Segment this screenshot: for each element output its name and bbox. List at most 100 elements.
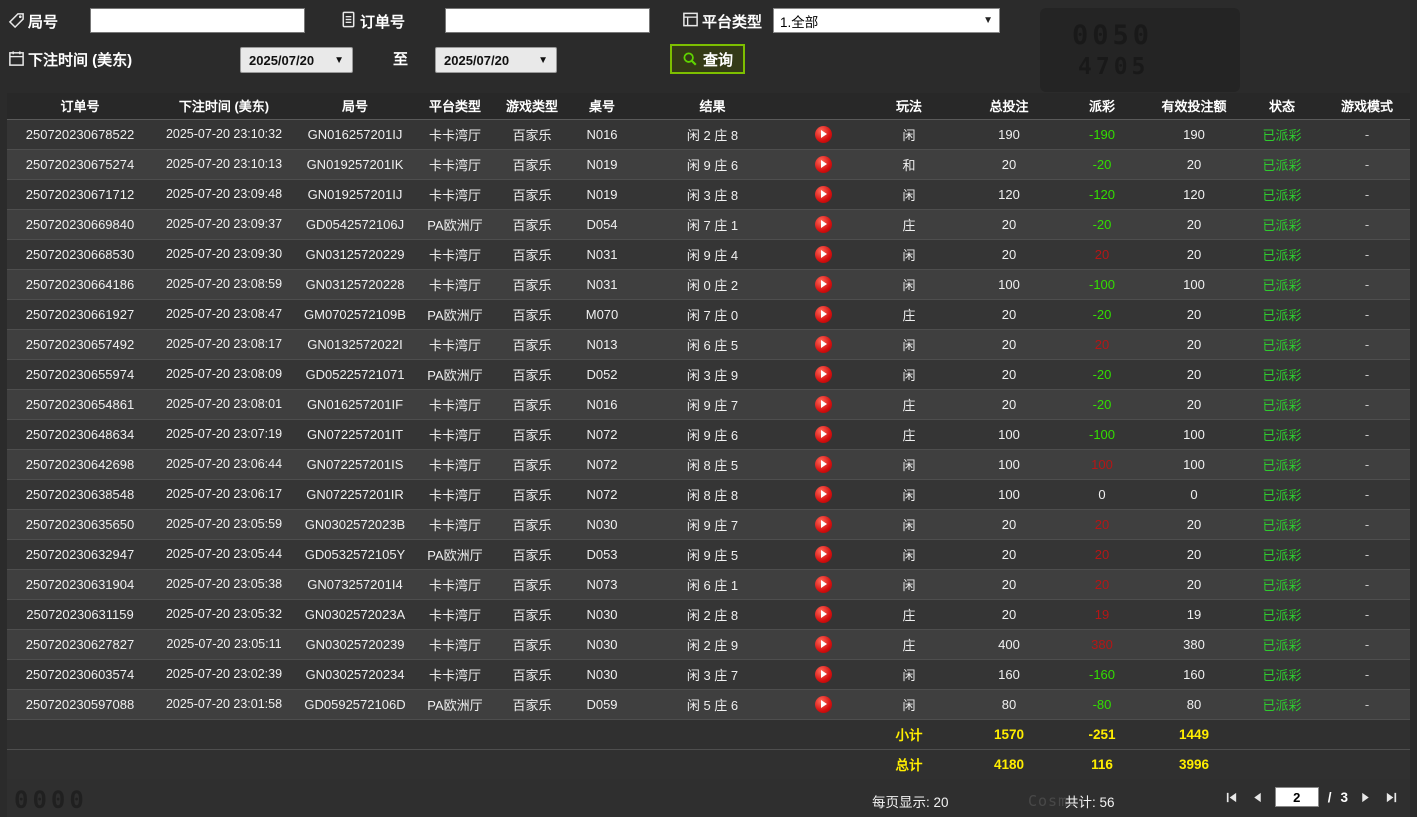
cell-result: 闲 9 庄 5 — [635, 539, 790, 570]
play-icon[interactable] — [814, 485, 832, 503]
column-header: 有效投注额 — [1148, 93, 1240, 120]
background-artifact: 0050 — [1072, 20, 1154, 51]
column-header: 状态 — [1240, 93, 1324, 120]
play-icon[interactable] — [814, 545, 832, 563]
subtotal-row-order — [7, 719, 153, 750]
play-icon[interactable] — [814, 605, 832, 623]
cell-payout: -80 — [1056, 689, 1148, 720]
cell-result: 闲 3 庄 7 — [635, 659, 790, 690]
cell-result: 闲 6 庄 1 — [635, 569, 790, 600]
cell-mode: - — [1324, 149, 1410, 180]
cell-play: 闲 — [856, 569, 962, 600]
cell-total_bet: 20 — [962, 299, 1056, 330]
play-icon[interactable] — [814, 125, 832, 143]
cell-platform: PA欧洲厅 — [415, 299, 495, 330]
cell-valid_bet: 20 — [1148, 329, 1240, 360]
cell-time: 2025-07-20 23:10:32 — [153, 119, 295, 150]
play-icon[interactable] — [814, 335, 832, 353]
platform-select[interactable]: 1.全部 ▼ — [773, 8, 1000, 33]
cell-status: 已派彩 — [1240, 239, 1324, 270]
cell-table_no: N030 — [569, 509, 635, 540]
play-icon[interactable] — [814, 245, 832, 263]
play-icon[interactable] — [814, 215, 832, 233]
cell-platform: 卡卡湾厅 — [415, 479, 495, 510]
play-icon[interactable] — [814, 425, 832, 443]
cell-game_type: 百家乐 — [495, 539, 569, 570]
cell-game_type: 百家乐 — [495, 689, 569, 720]
cell-valid_bet: 20 — [1148, 509, 1240, 540]
subtotal-row-game_type — [495, 719, 569, 750]
cell-table_no: D052 — [569, 359, 635, 390]
search-button[interactable]: 查询 — [670, 44, 746, 74]
cell-status: 已派彩 — [1240, 479, 1324, 510]
date-from-button[interactable]: 2025/07/20 ▼ — [240, 47, 353, 73]
cell-game: GN072257201IT — [295, 419, 415, 450]
table-row: 250720230654861 2025-07-20 23:08:01 GN0162… — [7, 389, 1410, 420]
table-header-row: 订单号 下注时间 (美东) 局号 平台类型 游戏类型 桌号 结果 玩法 总投注 派彩 有效投注额 状态… — [7, 93, 1410, 120]
play-icon[interactable] — [814, 695, 832, 713]
game-no-input[interactable] — [90, 8, 305, 33]
cell-platform: 卡卡湾厅 — [415, 179, 495, 210]
last-page-button[interactable] — [1383, 789, 1400, 806]
play-icon[interactable] — [814, 395, 832, 413]
play-icon[interactable] — [814, 305, 832, 323]
cell-mode: - — [1324, 449, 1410, 480]
cell-platform: 卡卡湾厅 — [415, 149, 495, 180]
date-to-button[interactable]: 2025/07/20 ▼ — [435, 47, 557, 73]
order-no-input[interactable] — [445, 8, 650, 33]
total-row-result — [635, 749, 790, 780]
cell-result: 闲 9 庄 6 — [635, 419, 790, 450]
subtotal-row-game — [295, 719, 415, 750]
play-video-cell — [790, 209, 856, 240]
total-row-game_type — [495, 749, 569, 780]
cell-valid_bet: 380 — [1148, 629, 1240, 660]
cell-table_no: D054 — [569, 209, 635, 240]
play-icon[interactable] — [814, 185, 832, 203]
play-icon[interactable] — [814, 455, 832, 473]
cell-table_no: N030 — [569, 659, 635, 690]
column-header: 结果 — [635, 93, 790, 120]
cell-game: GN0302572023B — [295, 509, 415, 540]
subtotal-row-total_bet: 1570 — [962, 719, 1056, 750]
cell-status: 已派彩 — [1240, 359, 1324, 390]
date-to-value: 2025/07/20 — [444, 52, 510, 68]
cell-payout: 20 — [1056, 329, 1148, 360]
play-icon[interactable] — [814, 635, 832, 653]
column-header: 游戏模式 — [1324, 93, 1410, 120]
cell-valid_bet: 80 — [1148, 689, 1240, 720]
cell-result: 闲 9 庄 6 — [635, 149, 790, 180]
total-row-time — [153, 749, 295, 780]
play-icon[interactable] — [814, 275, 832, 293]
cell-valid_bet: 160 — [1148, 659, 1240, 690]
table-body: 250720230678522 2025-07-20 23:10:32 GN0162… — [7, 119, 1410, 780]
next-page-button[interactable] — [1357, 789, 1374, 806]
cell-game: GD05225721071 — [295, 359, 415, 390]
subtotal-row-payout: -251 — [1056, 719, 1148, 750]
play-icon[interactable] — [814, 515, 832, 533]
column-header: 平台类型 — [415, 93, 495, 120]
cell-platform: 卡卡湾厅 — [415, 269, 495, 300]
cell-result: 闲 0 庄 2 — [635, 269, 790, 300]
cell-total_bet: 160 — [962, 659, 1056, 690]
cell-result: 闲 9 庄 4 — [635, 239, 790, 270]
play-video-cell — [790, 239, 856, 270]
subtotal-row-mode — [1324, 719, 1410, 750]
prev-page-button[interactable] — [1249, 789, 1266, 806]
total-row-play: 总计 — [856, 749, 962, 780]
cell-valid_bet: 100 — [1148, 269, 1240, 300]
page-input[interactable] — [1274, 787, 1319, 807]
first-page-button[interactable] — [1223, 789, 1240, 806]
cell-mode: - — [1324, 299, 1410, 330]
play-icon[interactable] — [814, 365, 832, 383]
subtotal-row-result — [635, 719, 790, 750]
cell-mode: - — [1324, 389, 1410, 420]
play-icon[interactable] — [814, 575, 832, 593]
cell-platform: PA欧洲厅 — [415, 689, 495, 720]
play-icon[interactable] — [814, 155, 832, 173]
play-icon[interactable] — [814, 665, 832, 683]
play-video-cell — [790, 569, 856, 600]
to-label: 至 — [393, 51, 409, 68]
cell-table_no: M070 — [569, 299, 635, 330]
cell-game: GN019257201IK — [295, 149, 415, 180]
column-header: 桌号 — [569, 93, 635, 120]
